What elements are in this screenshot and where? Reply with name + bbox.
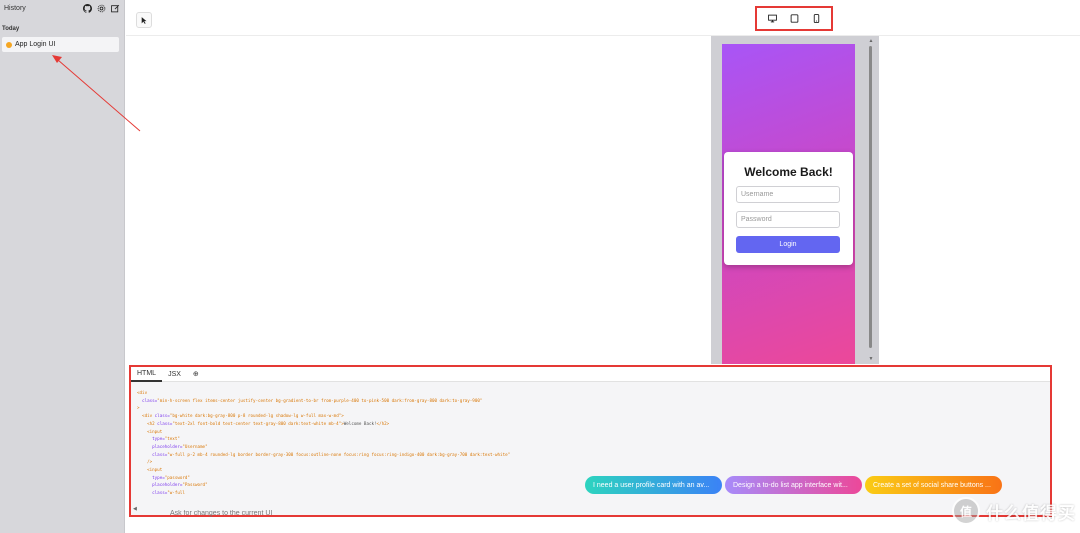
watermark: 值 什么值得买 — [952, 497, 1076, 525]
code-line: <div class="bg-white dark:bg-gray-800 p-… — [137, 413, 344, 419]
code-line: <h2 class="text-2xl font-bold text-cente… — [137, 420, 390, 426]
password-input[interactable]: Password — [736, 211, 840, 228]
watermark-text: 什么值得买 — [986, 503, 1076, 523]
tablet-view-button[interactable] — [787, 12, 801, 26]
username-input[interactable]: Username — [736, 186, 840, 203]
code-line: > — [137, 405, 140, 411]
code-line: /> — [137, 459, 153, 465]
tab-html[interactable]: HTML — [131, 367, 163, 382]
prompt-input[interactable] — [170, 506, 770, 521]
select-element-button[interactable] — [136, 12, 152, 28]
scroll-up-icon[interactable]: ▲ — [868, 38, 874, 44]
code-line: <input — [137, 428, 163, 434]
sidebar-actions — [83, 4, 120, 13]
code-line: <input — [137, 467, 163, 473]
suggestion-chip-todo-app[interactable]: Design a to-do list app interface wit... — [725, 476, 862, 494]
mobile-preview: Welcome Back! Username Password Login — [722, 44, 855, 364]
tab-jsx[interactable]: JSX — [162, 367, 187, 382]
scroll-down-icon[interactable]: ▼ — [868, 356, 874, 362]
login-card: Welcome Back! Username Password Login — [724, 152, 853, 265]
login-button[interactable]: Login — [736, 236, 840, 253]
add-tab-icon[interactable]: ⊕ — [187, 367, 205, 382]
gear-icon[interactable] — [97, 4, 106, 13]
code-line: class="min-h-screen flex items-center ju… — [137, 397, 483, 403]
sidebar-title: History — [4, 5, 26, 12]
preview-frame: Welcome Back! Username Password Login — [711, 36, 879, 364]
desktop-view-button[interactable] — [765, 12, 779, 26]
device-switcher — [755, 6, 833, 31]
item-status-icon — [6, 41, 12, 48]
mobile-view-button[interactable] — [809, 12, 823, 26]
sidebar-item-label: App Login UI — [15, 41, 56, 48]
suggestion-chip-share-buttons[interactable]: Create a set of social share buttons ... — [865, 476, 1002, 494]
scroll-left-icon[interactable]: ◀ — [133, 506, 137, 512]
code-line: type="text" — [137, 436, 180, 442]
sidebar: History Today App Login UI — [0, 0, 125, 533]
pointer-icon — [141, 16, 146, 24]
new-chat-icon[interactable] — [111, 4, 120, 13]
suggestion-chip-profile-card[interactable]: I need a user profile card with an av... — [585, 476, 722, 494]
code-panel: HTML JSX ⊕ <div class="min-h-screen flex… — [129, 365, 1052, 517]
code-tabs: HTML JSX ⊕ — [131, 367, 1050, 382]
login-title: Welcome Back! — [744, 165, 833, 179]
code-line: <div — [137, 390, 148, 395]
top-toolbar — [126, 4, 1080, 36]
scroll-thumb[interactable] — [869, 46, 872, 348]
preview-scrollbar[interactable]: ▲ ▼ — [868, 38, 874, 362]
sidebar-item-app-login-ui[interactable]: App Login UI — [2, 37, 119, 52]
github-icon[interactable] — [83, 4, 92, 13]
watermark-logo: 值 — [952, 497, 980, 525]
main-area: Welcome Back! Username Password Login ▲ … — [126, 0, 1080, 533]
tablet-icon — [790, 14, 798, 23]
code-line: placeholder="Username" — [137, 443, 208, 449]
desktop-icon — [767, 14, 777, 23]
code-line: class="w-full p-2 mb-4 rounded-lg border… — [137, 451, 511, 457]
sidebar-group-label: Today — [2, 26, 20, 32]
mobile-icon — [813, 14, 819, 23]
